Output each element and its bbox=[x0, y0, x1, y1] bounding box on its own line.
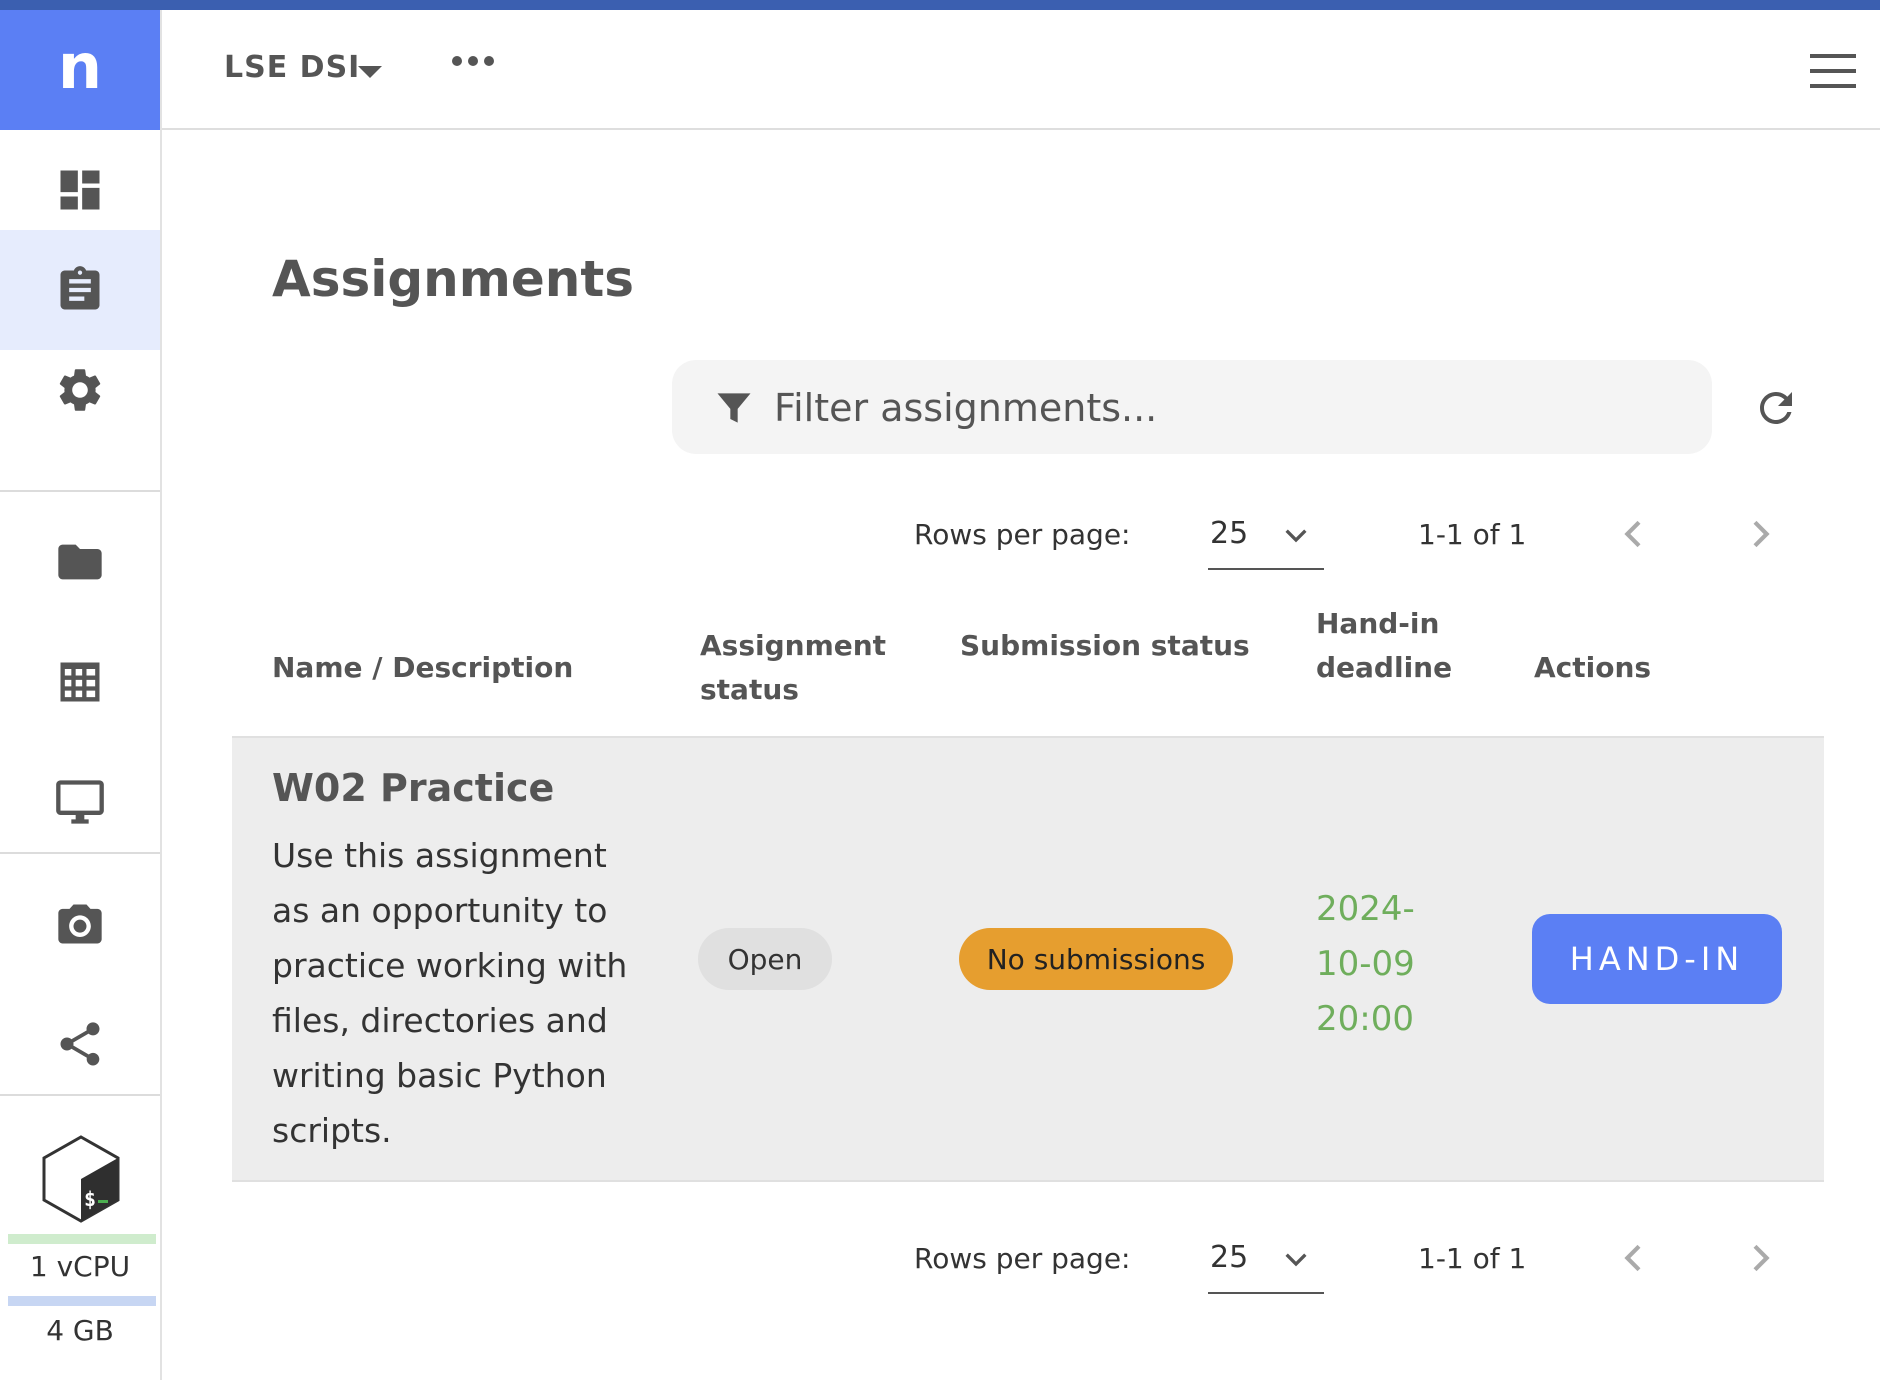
svg-text:$: $ bbox=[84, 1187, 96, 1211]
monitor-icon bbox=[56, 780, 104, 824]
column-header-actions: Actions bbox=[1534, 651, 1652, 684]
column-header-name[interactable]: Name / Description bbox=[272, 646, 632, 690]
more-options-icon[interactable] bbox=[452, 56, 494, 66]
sidebar-item-share[interactable] bbox=[0, 984, 160, 1104]
chevron-left-icon[interactable] bbox=[1614, 514, 1654, 554]
share-icon bbox=[60, 1022, 100, 1066]
app-logo[interactable]: n bbox=[0, 10, 160, 130]
sidebar-item-snapshots[interactable] bbox=[0, 864, 160, 984]
chevron-right-icon[interactable] bbox=[1740, 514, 1780, 554]
rows-per-page-value: 25 bbox=[1210, 1240, 1249, 1275]
page-range: 1-1 of 1 bbox=[1418, 518, 1527, 551]
caret-down-icon[interactable] bbox=[358, 66, 382, 78]
logo-glyph: n bbox=[57, 30, 103, 103]
sidebar-item-datasets[interactable] bbox=[0, 622, 160, 742]
rows-per-page-label: Rows per page: bbox=[914, 518, 1131, 551]
chevron-left-icon[interactable] bbox=[1614, 1238, 1654, 1278]
assignment-description: Use this assignment as an opportunity to… bbox=[272, 836, 628, 1150]
sidebar-divider bbox=[0, 852, 160, 854]
column-header-deadline[interactable]: Hand-in deadline bbox=[1316, 602, 1466, 690]
hand-in-button[interactable]: HAND-IN bbox=[1532, 914, 1782, 1004]
chevron-down-icon bbox=[1285, 529, 1307, 543]
pagination-bottom: Rows per page: 25 1-1 of 1 bbox=[914, 1224, 1784, 1304]
top-header: LSE DSI bbox=[162, 10, 1880, 130]
filter-bar[interactable] bbox=[672, 360, 1712, 454]
sidebar-divider bbox=[0, 1094, 160, 1096]
rows-per-page-value: 25 bbox=[1210, 516, 1249, 551]
sidebar: n $ 1 vCPU 4 GB bbox=[0, 10, 162, 1380]
assignment-name: W02 Practice bbox=[272, 766, 555, 810]
assignment-icon bbox=[60, 266, 100, 310]
sidebar-item-settings[interactable] bbox=[0, 330, 160, 450]
pagination-top: Rows per page: 25 1-1 of 1 bbox=[914, 500, 1784, 580]
cpu-usage-bar bbox=[8, 1234, 156, 1244]
memory-usage-bar bbox=[8, 1296, 156, 1306]
refresh-icon[interactable] bbox=[1752, 384, 1800, 432]
chevron-right-icon[interactable] bbox=[1740, 1238, 1780, 1278]
chevron-down-icon bbox=[1285, 1253, 1307, 1267]
sidebar-item-environments[interactable] bbox=[0, 742, 160, 862]
menu-icon[interactable] bbox=[1810, 54, 1856, 88]
submission-status-badge: No submissions bbox=[959, 928, 1233, 990]
column-header-submission-status[interactable]: Submission status bbox=[960, 624, 1260, 668]
settings-icon bbox=[59, 369, 101, 411]
org-selector[interactable]: LSE DSI bbox=[224, 50, 360, 85]
filter-icon bbox=[717, 393, 751, 423]
top-accent-strip bbox=[0, 0, 1880, 10]
table-row[interactable]: W02 Practice Use this assignment as an o… bbox=[232, 736, 1824, 1182]
page-range: 1-1 of 1 bbox=[1418, 1242, 1527, 1275]
sidebar-item-files[interactable] bbox=[0, 502, 160, 622]
memory-label: 4 GB bbox=[46, 1314, 114, 1347]
deadline-value: 2024-10-09 20:00 bbox=[1316, 889, 1415, 1039]
rows-per-page-select[interactable]: 25 bbox=[1208, 500, 1324, 570]
page-title: Assignments bbox=[272, 250, 635, 308]
assignment-status-badge: Open bbox=[698, 928, 832, 990]
filter-input[interactable] bbox=[772, 378, 1676, 438]
column-header-assignment-status[interactable]: Assignment status bbox=[700, 624, 890, 712]
rows-per-page-label: Rows per page: bbox=[914, 1242, 1131, 1275]
sidebar-divider bbox=[0, 490, 160, 492]
folder-icon bbox=[58, 544, 102, 580]
terminal-icon[interactable]: $ bbox=[40, 1134, 122, 1224]
cpu-label: 1 vCPU bbox=[29, 1250, 131, 1283]
dashboard-icon bbox=[60, 170, 100, 210]
rows-per-page-select[interactable]: 25 bbox=[1208, 1224, 1324, 1294]
table-icon bbox=[60, 662, 100, 702]
camera-icon bbox=[58, 904, 102, 944]
